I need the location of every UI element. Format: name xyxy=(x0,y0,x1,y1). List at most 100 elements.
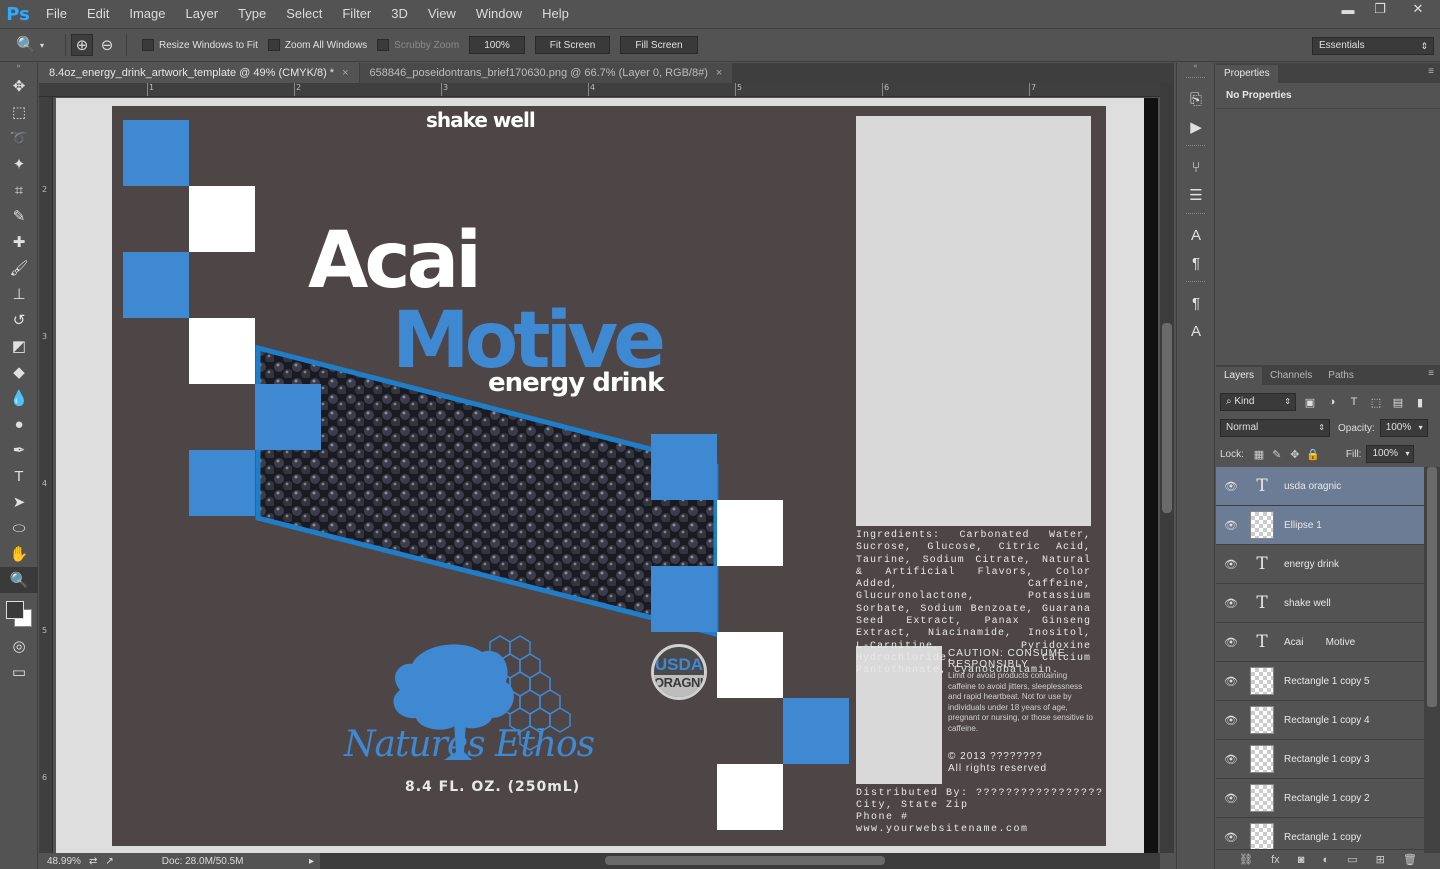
visibility-eye-icon[interactable]: 👁 xyxy=(1216,792,1246,805)
marquee-tool-icon[interactable]: ⬚ xyxy=(0,99,38,125)
menu-help[interactable]: Help xyxy=(532,0,579,28)
pixel-filter-icon[interactable]: ▣ xyxy=(1302,394,1318,410)
menu-filter[interactable]: Filter xyxy=(332,0,381,28)
character-panel-icon[interactable]: A xyxy=(1177,221,1215,249)
add-mask-icon[interactable]: ◙ xyxy=(1298,854,1305,866)
lock-transparency-icon[interactable]: ▦ xyxy=(1250,446,1268,462)
fill-input[interactable]: 100% ▾ xyxy=(1366,445,1415,463)
visibility-eye-icon[interactable]: 👁 xyxy=(1216,675,1246,688)
move-tool-icon[interactable]: ✥ xyxy=(0,73,38,99)
layer-style-icon[interactable]: fx xyxy=(1271,854,1280,866)
eyedropper-tool-icon[interactable]: ✎ xyxy=(0,203,38,229)
menu-3d[interactable]: 3D xyxy=(381,0,418,28)
menu-view[interactable]: View xyxy=(418,0,466,28)
dodge-tool-icon[interactable]: ● xyxy=(0,411,38,437)
menu-file[interactable]: File xyxy=(36,0,77,28)
visibility-eye-icon[interactable]: 👁 xyxy=(1216,519,1246,532)
smart-object-filter-icon[interactable]: ▤ xyxy=(1390,394,1406,410)
lock-position-icon[interactable]: ✥ xyxy=(1286,446,1304,462)
paint-bucket-tool-icon[interactable]: ◆ xyxy=(0,359,38,385)
document-tab[interactable]: 658846_poseidontrans_brief170630.png @ 6… xyxy=(359,63,733,83)
blend-mode-select[interactable]: Normal ⇕ xyxy=(1220,419,1330,437)
layer-row[interactable]: 👁 Tshake well xyxy=(1216,584,1424,623)
healing-brush-tool-icon[interactable]: ✚ xyxy=(0,229,38,255)
close-button[interactable]: ✕ xyxy=(1396,0,1440,18)
pen-tool-icon[interactable]: ✒ xyxy=(0,437,38,463)
magic-wand-tool-icon[interactable]: ✦ xyxy=(0,151,38,177)
type-filter-icon[interactable]: T xyxy=(1346,394,1362,410)
visibility-eye-icon[interactable]: 👁 xyxy=(1216,636,1246,649)
fit-screen-button[interactable]: Fit Screen xyxy=(534,36,611,54)
filter-toggle-icon[interactable]: ▮ xyxy=(1412,394,1428,410)
zoom-tool-icon[interactable]: 🔍 xyxy=(0,567,38,593)
brush-tool-icon[interactable]: 🖌 xyxy=(0,255,38,281)
zoom-in-icon[interactable]: ⊕ xyxy=(71,34,93,56)
tab-paths[interactable]: Paths xyxy=(1320,367,1362,385)
tab-channels[interactable]: Channels xyxy=(1262,367,1320,385)
new-group-icon[interactable]: ▭ xyxy=(1347,853,1357,866)
delete-layer-icon[interactable]: 🗑 xyxy=(1403,853,1417,866)
tab-layers[interactable]: Layers xyxy=(1216,367,1263,385)
menu-type[interactable]: Type xyxy=(228,0,276,28)
zoom-all-windows-checkbox[interactable]: Zoom All Windows xyxy=(267,39,367,51)
history-brush-tool-icon[interactable]: ↺ xyxy=(0,307,38,333)
layers-scrollbar[interactable] xyxy=(1424,467,1440,853)
layer-row[interactable]: 👁 Tenergy drink xyxy=(1216,545,1424,584)
type-tool-icon[interactable]: T xyxy=(0,463,38,489)
actual-pixels-button[interactable]: 100% xyxy=(469,36,525,54)
menu-window[interactable]: Window xyxy=(466,0,532,28)
share-icon[interactable]: ⇄ xyxy=(89,856,97,867)
visibility-eye-icon[interactable]: 👁 xyxy=(1216,597,1246,610)
menu-select[interactable]: Select xyxy=(276,0,332,28)
menu-layer[interactable]: Layer xyxy=(176,0,229,28)
checkbox-box[interactable] xyxy=(142,39,154,51)
checkbox-box[interactable] xyxy=(377,39,390,51)
document-canvas[interactable]: shake well Acai Motive energy drink Natu… xyxy=(54,98,1160,853)
restore-button[interactable]: ❐ xyxy=(1364,0,1396,18)
lock-all-icon[interactable]: 🔒 xyxy=(1304,446,1322,462)
visibility-eye-icon[interactable]: 👁 xyxy=(1216,753,1246,766)
paragraph-styles-icon[interactable]: ¶ xyxy=(1177,289,1215,317)
close-icon[interactable]: × xyxy=(716,67,722,79)
layer-row[interactable]: 👁 Rectangle 1 copy 4 xyxy=(1216,701,1424,740)
scroll-thumb[interactable] xyxy=(1427,467,1437,707)
minimize-button[interactable]: ▬ xyxy=(1332,0,1364,18)
clone-stamp-tool-icon[interactable]: ⊥ xyxy=(0,281,38,307)
panel-grip-icon[interactable]: » xyxy=(0,63,37,73)
path-selection-tool-icon[interactable]: ➤ xyxy=(0,489,38,515)
export-icon[interactable]: ↗ xyxy=(105,856,113,867)
chevron-right-icon[interactable]: ▸ xyxy=(309,856,314,867)
history-panel-icon[interactable]: ⎘ xyxy=(1177,85,1215,113)
vertical-scrollbar[interactable] xyxy=(1160,83,1174,853)
brush-presets-icon[interactable]: ⑂ xyxy=(1177,153,1215,181)
character-styles-icon[interactable]: A xyxy=(1177,317,1215,345)
shape-filter-icon[interactable]: ⬚ xyxy=(1368,394,1384,410)
menu-image[interactable]: Image xyxy=(119,0,175,28)
layer-row[interactable]: 👁 Rectangle 1 copy 5 xyxy=(1216,662,1424,701)
adjustments-icon[interactable]: ☰ xyxy=(1177,181,1215,209)
hand-tool-icon[interactable]: ✋ xyxy=(0,541,38,567)
paragraph-panel-icon[interactable]: ¶ xyxy=(1177,249,1215,277)
zoom-out-icon[interactable]: ⊖ xyxy=(96,34,118,56)
scroll-thumb[interactable] xyxy=(1162,323,1172,513)
panel-menu-icon[interactable]: ≡ xyxy=(1428,368,1434,379)
crop-tool-icon[interactable]: ⌗ xyxy=(0,177,38,203)
ellipse-tool-icon[interactable]: ⬭ xyxy=(0,515,38,541)
layer-row[interactable]: 👁 Ellipse 1 xyxy=(1216,506,1424,545)
artboard[interactable]: shake well Acai Motive energy drink Natu… xyxy=(112,106,1106,846)
resize-windows-checkbox[interactable]: Resize Windows to Fit xyxy=(142,39,258,51)
workspace-select[interactable]: Essentials ⇕ xyxy=(1312,37,1434,55)
horizontal-scrollbar[interactable] xyxy=(320,853,1160,869)
new-layer-icon[interactable]: ⊞ xyxy=(1376,853,1385,866)
visibility-eye-icon[interactable]: 👁 xyxy=(1216,714,1246,727)
fill-screen-button[interactable]: Fill Screen xyxy=(620,36,698,54)
layer-row[interactable]: 👁 T Acai Motive xyxy=(1216,623,1424,662)
link-layers-icon[interactable]: ⛓ xyxy=(1239,853,1253,866)
close-icon[interactable]: × xyxy=(342,67,348,79)
layer-row[interactable]: 👁 Rectangle 1 copy xyxy=(1216,818,1424,849)
visibility-eye-icon[interactable]: 👁 xyxy=(1216,558,1246,571)
eraser-tool-icon[interactable]: ◩ xyxy=(0,333,38,359)
layer-row[interactable]: 👁 Tusda oragnic xyxy=(1216,467,1424,506)
kind-filter-select[interactable]: ⌕ Kind ⇕ xyxy=(1220,393,1296,411)
screen-mode-icon[interactable]: ▭ xyxy=(0,659,38,685)
